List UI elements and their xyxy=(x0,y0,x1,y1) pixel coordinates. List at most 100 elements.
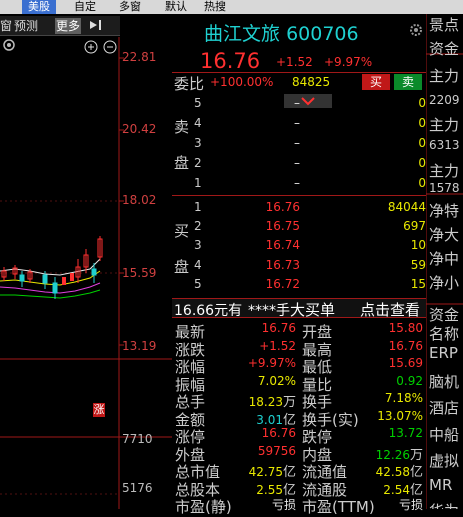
side-panel-item[interactable]: MR xyxy=(429,476,452,494)
ask-book: 卖 盘 5 – 0 4 – 0 3 – 0 2 – 0 1 – 0 xyxy=(172,94,426,194)
chart-toolbar: 窗 预测 更多 xyxy=(0,16,120,36)
tab-custom[interactable]: 自定 xyxy=(70,0,100,14)
bid-volume: 15 xyxy=(410,277,426,291)
side-panel-item[interactable]: 脑机 xyxy=(429,371,459,392)
side-panel-item[interactable]: 主力 xyxy=(429,65,459,86)
stat-value: +9.97% xyxy=(247,356,296,370)
stat-value: 15.69 xyxy=(388,356,423,370)
kline-chart[interactable]: 22.81 20.42 18.02 15.59 13.19 7710 5176 … xyxy=(0,37,172,509)
ask-price: – xyxy=(294,176,300,190)
side-panel-item[interactable]: 2209 xyxy=(429,93,460,107)
big-order-view-link[interactable]: 点击查看 xyxy=(360,299,420,320)
side-panel-item[interactable]: 净特 xyxy=(429,200,459,221)
big-order-bar[interactable]: 16.66元有 ****手 大买单 点击查看 xyxy=(172,298,426,320)
side-panel-item[interactable]: 净大 xyxy=(429,224,459,245)
price-tick-5: 13.19 xyxy=(122,339,157,353)
bid-level: 2 xyxy=(194,219,202,233)
side-panel-item[interactable]: 景点 xyxy=(429,14,459,35)
buy-button[interactable]: 买 xyxy=(362,74,390,90)
stat-value: 2.55亿 xyxy=(256,482,296,498)
stat-value: 12.26万 xyxy=(375,447,423,463)
price-tick-4: 15.59 xyxy=(122,266,157,280)
stats-row: 最新 16.76 开盘 15.80 xyxy=(172,321,426,341)
side-panel-item[interactable]: 华为 xyxy=(429,500,459,509)
stock-name: 曲江文旅 xyxy=(204,23,281,45)
side-panel-item[interactable]: ERP xyxy=(429,344,458,362)
price-tick-1: 22.81 xyxy=(122,50,157,64)
quote-panel: 曲江文旅 600706 16.76 +1.52 +9.97% 委比 +100.0… xyxy=(172,14,426,516)
bid-row-1[interactable]: 1 16.76 84044 xyxy=(172,200,426,218)
tab-default[interactable]: 默认 xyxy=(161,0,191,14)
side-panel-item[interactable]: 净小 xyxy=(429,272,459,293)
bid-level: 4 xyxy=(194,258,202,272)
ask-level: 2 xyxy=(194,156,202,170)
ask-level: 5 xyxy=(194,96,202,110)
bid-level: 1 xyxy=(194,200,202,214)
bid-row-3[interactable]: 3 16.74 10 xyxy=(172,238,426,256)
side-panel-item[interactable]: 资金 xyxy=(429,38,459,59)
bid-level: 3 xyxy=(194,238,202,252)
side-panel-item[interactable]: 酒店 xyxy=(429,397,459,418)
stat-value: 59756 xyxy=(257,443,296,458)
stats-row: 外盘 59756 内盘 12.26万 xyxy=(172,443,426,464)
stat-value: 7.02% xyxy=(257,373,296,388)
weibi-value: 84825 xyxy=(292,75,331,89)
ask-row-1[interactable]: 1 – 0 xyxy=(172,176,426,194)
bid-price: 16.73 xyxy=(265,258,300,272)
side-panel-item[interactable]: 名称 xyxy=(429,323,459,344)
ask-row-3[interactable]: 3 – 0 xyxy=(172,136,426,154)
stat-value: 亏损 xyxy=(398,498,423,512)
ask-level: 4 xyxy=(194,116,202,130)
stat-value: 15.80 xyxy=(388,321,423,335)
side-panel-item[interactable]: 主力 xyxy=(429,114,459,135)
side-panel-item[interactable]: 1578 xyxy=(429,181,460,195)
bid-row-4[interactable]: 4 16.73 59 xyxy=(172,258,426,276)
stock-title: 曲江文旅 600706 xyxy=(204,19,359,46)
stat-value: 7.18% xyxy=(384,391,423,405)
side-panel-item[interactable]: 资金 xyxy=(429,304,459,325)
price-tick-3: 18.02 xyxy=(122,193,157,207)
weibi-label: 委比 xyxy=(174,75,205,93)
tab-multi-window[interactable]: 多窗 xyxy=(115,0,145,14)
weibi-row: 委比 +100.00% 84825 买 卖 xyxy=(172,72,426,93)
side-panel-item[interactable]: 中船 xyxy=(429,424,459,445)
bid-volume: 84044 xyxy=(387,200,426,214)
sell-button[interactable]: 卖 xyxy=(394,74,422,90)
stat-value: 13.72 xyxy=(388,426,423,440)
side-panel-item[interactable]: 6313 xyxy=(429,138,460,152)
toolbar-more[interactable]: 更多 xyxy=(55,18,82,34)
ask-price: – xyxy=(294,96,300,110)
bid-row-5[interactable]: 5 16.72 15 xyxy=(172,277,426,295)
tab-hot-search[interactable]: 热搜 xyxy=(200,0,230,14)
volume-tick-1: 7710 xyxy=(122,432,153,446)
gear-icon[interactable] xyxy=(408,22,424,41)
ask-row-4[interactable]: 4 – 0 xyxy=(172,116,426,134)
stats-row: 总手 18.23万 换手 7.18% xyxy=(172,391,426,411)
bid-price: 16.72 xyxy=(265,277,300,291)
side-panel-item[interactable]: 虚拟 xyxy=(429,450,459,471)
tab-us-stocks[interactable]: 美股 xyxy=(22,0,56,14)
stat-value: 13.07% xyxy=(377,408,423,423)
side-panel-item[interactable]: 主力 xyxy=(429,160,459,181)
stat-value: 2.54亿 xyxy=(383,482,423,498)
ask-row-2[interactable]: 2 – 0 xyxy=(172,156,426,174)
stats-row: 涨跌 +1.52 最高 16.76 xyxy=(172,339,426,359)
ask-volume: 0 xyxy=(418,96,426,110)
stock-code: 600706 xyxy=(286,23,359,45)
bid-volume: 697 xyxy=(403,219,426,233)
stats-row: 涨幅 +9.97% 最低 15.69 xyxy=(172,356,426,376)
bid-row-2[interactable]: 2 16.75 697 xyxy=(172,219,426,237)
stats-row: 涨停 16.76 跌停 13.72 xyxy=(172,426,426,446)
big-order-hands: ****手 xyxy=(248,303,290,319)
ask-volume: 0 xyxy=(418,176,426,190)
arrow-right-bar-icon[interactable] xyxy=(88,18,106,34)
toolbar-forecast[interactable]: 预测 xyxy=(14,18,38,34)
big-order-label: 大买单 xyxy=(290,301,336,319)
toolbar-window[interactable]: 窗 xyxy=(0,18,12,34)
ask-price: – xyxy=(294,156,300,170)
bid-level: 5 xyxy=(194,277,202,291)
ask-price: – xyxy=(294,136,300,150)
bid-book: 买 盘 1 16.76 84044 2 16.75 697 3 16.74 10… xyxy=(172,195,426,297)
ask-row-5[interactable]: 5 – 0 xyxy=(172,96,426,114)
side-panel-item[interactable]: 净中 xyxy=(429,248,459,269)
